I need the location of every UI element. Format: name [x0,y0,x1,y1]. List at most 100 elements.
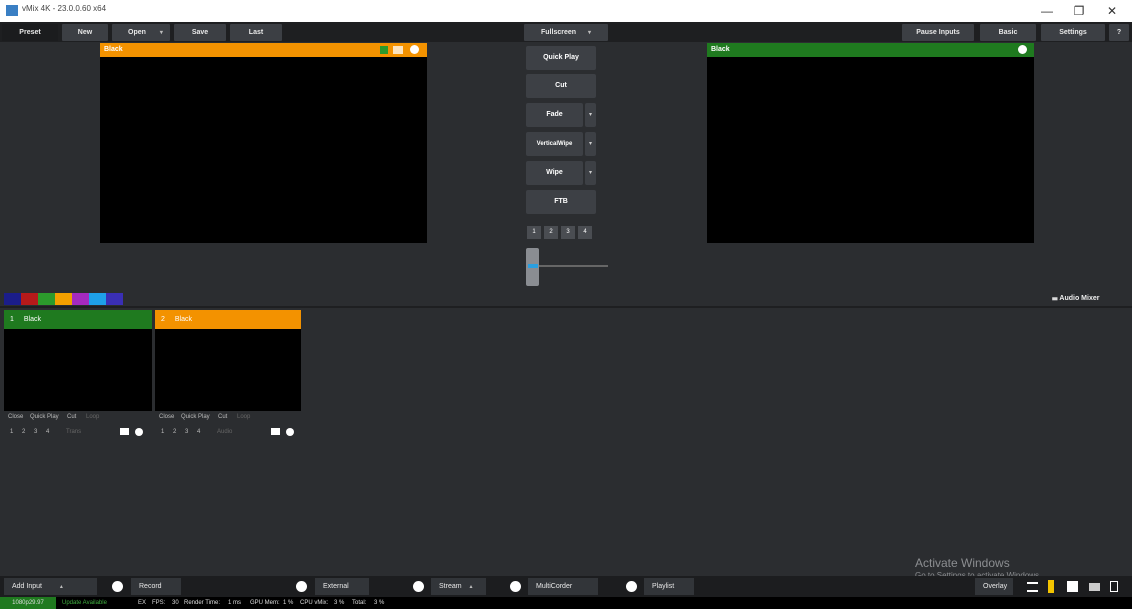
grid-view-icon[interactable] [1067,581,1078,592]
input-1-close[interactable]: Close [8,414,23,420]
gear-icon[interactable] [626,581,637,592]
color-swatch-orange[interactable] [55,293,72,305]
fade-button[interactable]: Fade [526,103,583,127]
close-button[interactable]: ✕ [1103,3,1121,19]
audio-levels-icon[interactable] [1048,580,1054,593]
stream-button[interactable]: Stream ▴ [431,578,486,595]
chevron-up-icon: ▴ [59,584,63,590]
gear-icon[interactable] [1018,45,1027,54]
transition-2-button[interactable]: 2 [544,226,558,239]
playlist-button[interactable]: Playlist [644,578,694,595]
input-2-overlay-1[interactable]: 1 [161,429,164,435]
open-button[interactable]: Open ▾ [112,24,170,41]
last-button[interactable]: Last [230,24,282,41]
gear-icon[interactable] [410,45,419,54]
merge-options-icon[interactable]: ▾ [585,132,596,156]
help-button[interactable]: ? [1109,24,1129,41]
overlay-button[interactable]: Overlay [975,578,1013,595]
render-time-value: 1 ms [228,600,242,606]
gear-icon[interactable] [413,581,424,592]
minimize-button[interactable]: — [1038,3,1056,19]
list-view-icon[interactable] [1027,582,1038,592]
multicorder-button[interactable]: MultiCorder [528,578,598,595]
transition-1-button[interactable]: 1 [527,226,541,239]
cpu-vmix-value: 3 % [334,600,345,606]
color-swatch-green[interactable] [38,293,55,305]
window-icon[interactable] [393,46,403,54]
wipe-options-icon[interactable]: ▾ [585,161,596,185]
input-1-cut[interactable]: Cut [67,414,76,420]
transition-3-button[interactable]: 3 [561,226,575,239]
input-1-trans[interactable]: Trans [66,429,81,435]
wipe-button[interactable]: Wipe [526,161,583,185]
fullscreen-button[interactable]: Fullscreen ▾ [524,24,608,41]
external-button[interactable]: External [315,578,369,595]
output-header: Black [707,43,1034,57]
merge-button[interactable]: VerticalWipe [526,132,583,156]
keyboard-icon[interactable] [1089,583,1100,591]
gear-icon[interactable] [296,581,307,592]
color-swatch-purple[interactable] [72,293,89,305]
gear-icon[interactable] [286,428,294,436]
input-1-overlay-2[interactable]: 2 [22,429,25,435]
input-2-cut[interactable]: Cut [218,414,227,420]
input-1-overlay-4[interactable]: 4 [46,429,49,435]
input-1-quick-play[interactable]: Quick Play [30,414,59,420]
settings-button[interactable]: Settings [1041,24,1105,41]
input-2-overlay-3[interactable]: 3 [185,429,188,435]
input-1-preview[interactable] [4,329,152,411]
divider [0,306,1132,308]
input-1-loop[interactable]: Loop [86,414,99,420]
color-swatch-lightblue[interactable] [89,293,106,305]
stream-label: Stream [439,583,462,590]
new-button[interactable]: New [62,24,108,41]
gear-icon[interactable] [112,581,123,592]
input-2-overlay-2[interactable]: 2 [173,429,176,435]
color-swatch-indigo[interactable] [106,293,123,305]
input-2-quick-play[interactable]: Quick Play [181,414,210,420]
cut-button[interactable]: Cut [526,74,596,98]
pause-inputs-button[interactable]: Pause Inputs [902,24,974,41]
input-number: 1 [10,316,14,323]
maximize-button[interactable]: ❐ [1070,3,1088,19]
input-1-overlay-3[interactable]: 3 [34,429,37,435]
update-available-link[interactable]: Update Available [62,597,107,609]
input-1-header[interactable]: 1 Black [4,310,152,329]
output-title: Black [711,46,730,53]
input-2-close[interactable]: Close [159,414,174,420]
vmix-app-icon [6,5,18,16]
input-2-audio[interactable]: Audio [217,429,232,435]
gear-icon[interactable] [135,428,143,436]
fade-options-icon[interactable]: ▾ [585,103,596,127]
monitor-icon[interactable] [271,428,280,435]
top-toolbar: Preset New Open ▾ Save Last Fullscreen ▾… [0,22,1132,42]
save-button[interactable]: Save [174,24,226,41]
preview-title: Black [104,46,123,53]
input-1-overlay-1[interactable]: 1 [10,429,13,435]
gear-icon[interactable] [510,581,521,592]
lock-icon[interactable] [1110,581,1118,592]
grid-icon[interactable] [380,46,388,54]
color-swatch-blue[interactable] [4,293,21,305]
record-button[interactable]: Record [131,578,181,595]
total-label: Total: [352,600,367,606]
add-input-button[interactable]: Add Input ▴ [4,578,97,595]
ftb-button[interactable]: FTB [526,190,596,214]
input-2-header[interactable]: 2 Black [155,310,301,329]
resolution-indicator[interactable]: 1080p29.97 [0,597,56,609]
audio-mixer-button[interactable]: 𝍢 Audio Mixer [1052,294,1099,305]
quick-play-button[interactable]: Quick Play [526,46,596,70]
input-2-loop[interactable]: Loop [237,414,250,420]
input-2-overlay-4[interactable]: 4 [197,429,200,435]
monitor-icon[interactable] [120,428,129,435]
fullscreen-label: Fullscreen [541,29,577,36]
transition-4-button[interactable]: 4 [578,226,592,239]
input-name: Black [23,316,41,323]
add-input-label: Add Input [12,583,42,590]
input-2-preview[interactable] [155,329,301,411]
preset-button[interactable]: Preset [2,24,58,41]
color-swatch-red[interactable] [21,293,38,305]
basic-button[interactable]: Basic [980,24,1036,41]
fps-label: FPS: [152,600,166,606]
preview-screen [100,57,427,243]
